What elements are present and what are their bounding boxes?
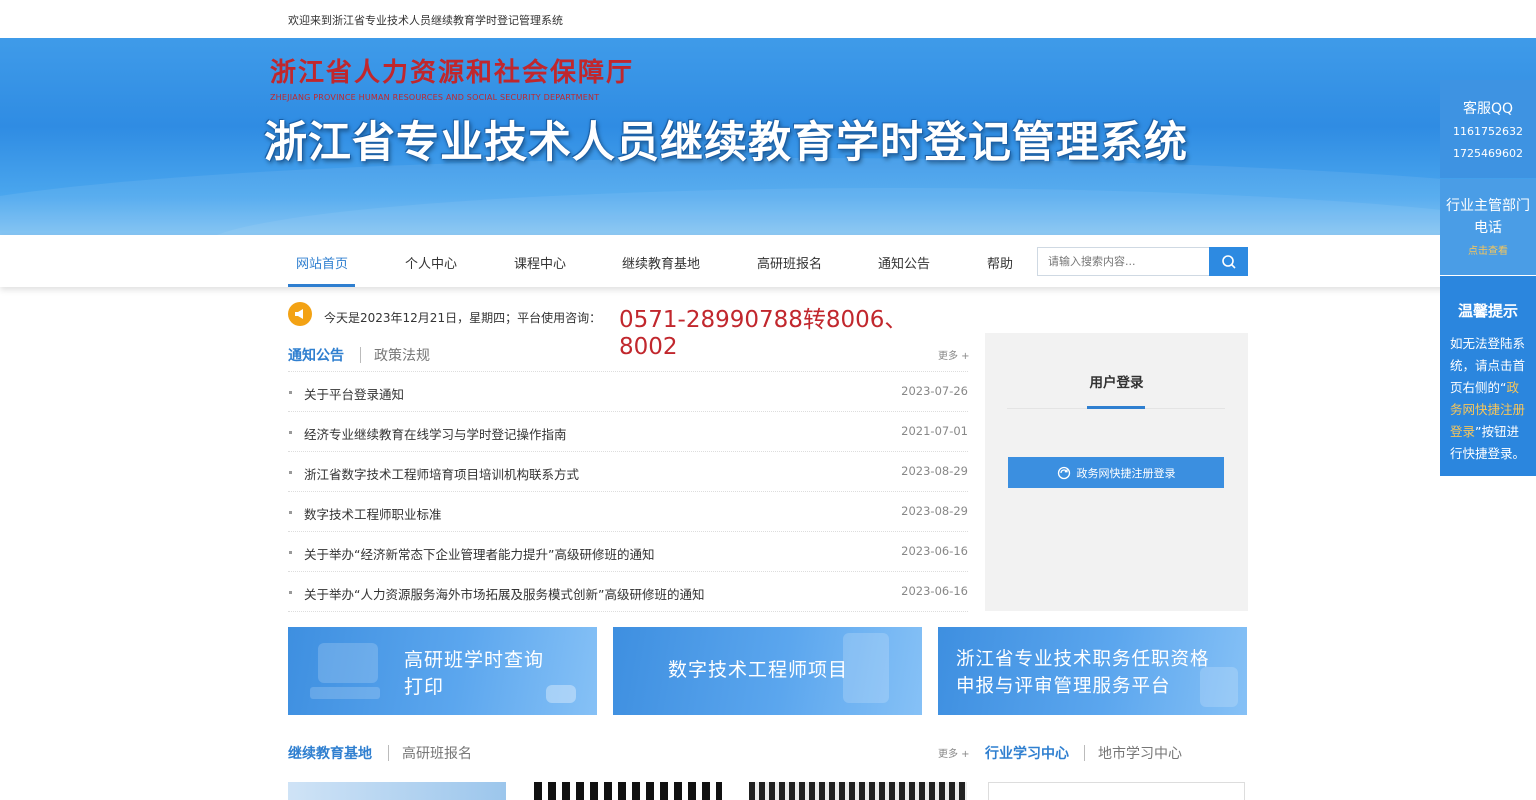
- qr-code-image: [749, 782, 967, 800]
- gov-login-label: 政务网快捷注册登录: [1076, 466, 1176, 480]
- nav-active-indicator: [288, 284, 355, 287]
- bullet: [289, 391, 292, 394]
- card-title: 浙江省专业技术职务任职资格 申报与评审管理服务平台: [956, 646, 1210, 700]
- divider: [288, 611, 968, 612]
- tab-separator: [388, 745, 389, 761]
- tab-policies[interactable]: 政策法规: [374, 345, 430, 365]
- desk-illustration: [310, 687, 380, 699]
- tips-text: 如无法登陆系统，请点击首页右侧的“政务网快捷注册登录”按钮进行快捷登录。: [1450, 333, 1527, 465]
- sidebar-industry-phone: 行业主管部门电话 点击查看: [1440, 179, 1536, 275]
- tab-seminar-signup[interactable]: 高研班报名: [402, 743, 472, 763]
- tab-separator: [360, 347, 361, 363]
- nav-item-seminar-signup[interactable]: 高研班报名: [757, 253, 822, 272]
- news-date: 2023-06-16: [901, 544, 968, 558]
- news-tabs: 通知公告 政策法规: [288, 345, 968, 371]
- news-date: 2023-08-29: [901, 504, 968, 518]
- base-image-1[interactable]: [288, 782, 506, 800]
- news-title[interactable]: 关于平台登录通知: [304, 384, 404, 403]
- qr-code-image: [534, 782, 722, 800]
- learning-center-tabs: 行业学习中心 地市学习中心: [985, 743, 1248, 769]
- card-line: 浙江省专业技术职务任职资格: [956, 649, 1210, 670]
- news-title[interactable]: 数字技术工程师职业标准: [304, 504, 442, 523]
- list-item[interactable]: 经济专业继续教育在线学习与学时登记操作指南 2021-07-01: [288, 411, 968, 451]
- building-illustration-icon: [843, 633, 889, 703]
- card-title-qualification-platform[interactable]: 浙江省专业技术职务任职资格 申报与评审管理服务平台: [938, 627, 1247, 715]
- tab-separator: [1084, 745, 1085, 761]
- list-item[interactable]: 关于举办“人力资源服务海外市场拓展及服务模式创新”高级研修班的通知 2023-0…: [288, 571, 968, 611]
- tab-announcements[interactable]: 通知公告: [288, 345, 344, 365]
- bullet: [289, 511, 292, 514]
- tab-city-center[interactable]: 地市学习中心: [1098, 743, 1182, 763]
- login-title-underline: [1087, 406, 1145, 409]
- card-title: 数字技术工程师项目: [668, 659, 849, 681]
- search-button[interactable]: [1209, 247, 1248, 276]
- bullet: [289, 431, 292, 434]
- search-box: [1037, 247, 1248, 276]
- news-date: 2021-07-01: [901, 424, 968, 438]
- bullet: [289, 471, 292, 474]
- card-title: 高研班学时查询 打印: [404, 647, 544, 701]
- news-date: 2023-07-26: [901, 384, 968, 398]
- qq-number[interactable]: 1725469602: [1440, 147, 1536, 160]
- base-tabs: 继续教育基地 高研班报名: [288, 743, 968, 769]
- qq-title: 客服QQ: [1462, 101, 1514, 117]
- industry-phone-link[interactable]: 点击查看: [1440, 242, 1536, 257]
- nav-item-home[interactable]: 网站首页: [296, 253, 348, 272]
- industry-center-panel: [988, 782, 1245, 800]
- card-digital-engineer[interactable]: 数字技术工程师项目: [613, 627, 922, 715]
- date-notice: 今天是2023年12月21日，星期四；平台使用咨询： 0571-28990788…: [288, 300, 948, 360]
- system-title: 浙江省专业技术人员继续教育学时登记管理系统: [264, 118, 1188, 168]
- news-title[interactable]: 浙江省数字技术工程师培育项目培训机构联系方式: [304, 464, 579, 483]
- department-name: 浙江省人力资源和社会保障厅: [270, 58, 635, 88]
- department-name-en: ZHEJIANG PROVINCE HUMAN RESOURCES AND SO…: [270, 93, 600, 102]
- computer-illustration-icon: [318, 643, 378, 683]
- card-seminar-hours-query[interactable]: 高研班学时查询 打印: [288, 627, 597, 715]
- sidebar-tips: 温馨提示 如无法登陆系统，请点击首页右侧的“政务网快捷注册登录”按钮进行快捷登录…: [1440, 276, 1536, 476]
- list-item[interactable]: 浙江省数字技术工程师培育项目培训机构联系方式 2023-08-29: [288, 451, 968, 491]
- nav-item-education-base[interactable]: 继续教育基地: [622, 253, 700, 272]
- nav-item-personal[interactable]: 个人中心: [405, 253, 457, 272]
- sidebar-qq: 客服QQ 1161752632 1725469602: [1440, 80, 1536, 178]
- paper-plane-icon: [546, 685, 576, 703]
- tab-education-base[interactable]: 继续教育基地: [288, 743, 372, 763]
- list-item[interactable]: 数字技术工程师职业标准 2023-08-29: [288, 491, 968, 531]
- megaphone-icon: [288, 302, 312, 326]
- tips-title: 温馨提示: [1457, 302, 1518, 320]
- news-title[interactable]: 关于举办“人力资源服务海外市场拓展及服务模式创新”高级研修班的通知: [304, 584, 704, 603]
- card-line: 高研班学时查询: [404, 649, 545, 671]
- news-date: 2023-08-29: [901, 464, 968, 478]
- news-title[interactable]: 经济专业继续教育在线学习与学时登记操作指南: [304, 424, 567, 443]
- nav-item-help[interactable]: 帮助: [987, 253, 1013, 272]
- news-title[interactable]: 关于举办“经济新常态下企业管理者能力提升”高级研修班的通知: [304, 544, 654, 563]
- news-list: 关于平台登录通知 2023-07-26 经济专业继续教育在线学习与学时登记操作指…: [288, 371, 968, 612]
- base-more-link[interactable]: 更多 +: [938, 745, 970, 760]
- gov-login-button[interactable]: 政务网快捷注册登录: [1008, 457, 1224, 488]
- nav-item-announcements[interactable]: 通知公告: [878, 253, 930, 272]
- tab-industry-center[interactable]: 行业学习中心: [985, 743, 1069, 763]
- news-date: 2023-06-16: [901, 584, 968, 598]
- card-line: 打印: [404, 676, 445, 698]
- qq-number[interactable]: 1161752632: [1440, 125, 1536, 138]
- login-panel: 用户登录 政务网快捷注册登录: [985, 333, 1248, 611]
- bullet: [289, 591, 292, 594]
- list-item[interactable]: 关于举办“经济新常态下企业管理者能力提升”高级研修班的通知 2023-06-16: [288, 531, 968, 571]
- bullet: [289, 551, 292, 554]
- login-title: 用户登录: [1089, 375, 1144, 391]
- header-banner: 浙江省人力资源和社会保障厅 ZHEJIANG PROVINCE HUMAN RE…: [0, 38, 1536, 235]
- industry-phone-title: 行业主管部门电话: [1446, 198, 1530, 236]
- welcome-text: 欢迎来到浙江省专业技术人员继续教育学时登记管理系统: [288, 14, 563, 27]
- search-icon: [1221, 254, 1236, 269]
- search-input[interactable]: [1038, 248, 1210, 275]
- date-text: 今天是2023年12月21日，星期四；平台使用咨询：: [324, 311, 602, 325]
- nav-item-courses[interactable]: 课程中心: [514, 253, 566, 272]
- card-line: 申报与评审管理服务平台: [956, 676, 1171, 697]
- main-nav: 网站首页 个人中心 课程中心 继续教育基地 高研班报名 通知公告 帮助: [0, 235, 1536, 287]
- news-more-link[interactable]: 更多 +: [938, 347, 970, 362]
- refresh-icon: [1057, 466, 1070, 479]
- list-item[interactable]: 关于平台登录通知 2023-07-26: [288, 371, 968, 411]
- top-welcome-bar: 欢迎来到浙江省专业技术人员继续教育学时登记管理系统: [0, 0, 1536, 38]
